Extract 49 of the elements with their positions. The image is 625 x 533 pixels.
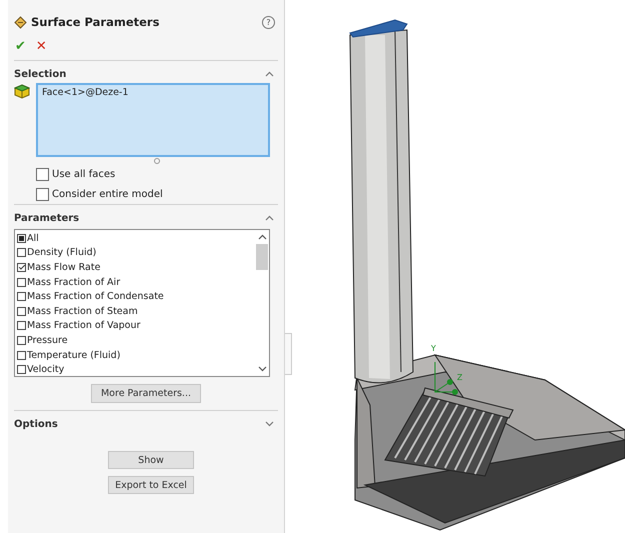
checkbox[interactable] [17,336,26,345]
checkbox-label: Use all faces [52,168,116,180]
coordinate-axes-icon [434,362,458,395]
checkbox[interactable] [17,321,26,330]
parameter-label: Temperature (Fluid) [27,350,120,361]
section-title: Options [14,418,58,430]
checkbox[interactable] [36,188,49,200]
collapse-caret-icon[interactable] [265,71,274,77]
axis-label: Z [457,373,462,382]
cancel-button[interactable]: ✕ [34,38,48,56]
checkbox[interactable] [17,262,26,272]
model-viewport[interactable]: Y Z [295,0,625,533]
export-button[interactable]: Export to Excel [108,476,194,494]
scroll-down-icon[interactable] [258,366,266,372]
checkbox[interactable] [17,248,26,258]
checkbox[interactable] [17,350,26,360]
list-item[interactable]: Face<1>@Deze-1 [42,87,128,98]
parameter-label: All [27,232,39,244]
selection-list[interactable]: Face<1>@Deze-1 [36,83,270,157]
scroll-up-icon[interactable] [258,234,266,240]
expand-caret-icon[interactable] [265,421,274,427]
more-parameters-button[interactable]: More Parameters... [91,384,201,403]
resize-handle[interactable] [154,158,160,164]
diamond-icon [14,16,27,28]
parameter-label: Velocity [27,364,64,376]
parameter-label: Mass Fraction of Air [27,276,120,288]
scrollbar-thumb[interactable] [256,244,268,270]
cube-icon [14,84,30,99]
parameter-label: Density (Fluid) [27,247,96,258]
checkbox[interactable] [36,168,49,180]
help-button[interactable]: ? [262,16,275,28]
checkbox-label: Consider entire model [52,188,163,200]
parameter-label: Mass Fraction of Steam [27,306,138,317]
section-title: Selection [14,68,66,80]
checkbox[interactable] [17,306,26,316]
parameter-label: Pressure [27,334,68,346]
parameter-label: Mass Fraction of Condensate [27,291,164,302]
parameter-label: Mass Fraction of Vapour [27,320,140,332]
panel-splitter-handle[interactable] [285,333,292,375]
collapse-caret-icon[interactable] [265,215,274,221]
panel-title: Surface Parameters [31,15,160,29]
section-title: Parameters [14,212,80,224]
parameter-label: Mass Flow Rate [27,262,100,273]
axis-label: Y [431,344,436,353]
show-button[interactable]: Show [108,451,194,469]
checkbox[interactable] [17,292,26,302]
checkbox[interactable] [17,365,26,374]
checkbox[interactable] [17,278,26,287]
checkbox[interactable] [17,234,26,243]
